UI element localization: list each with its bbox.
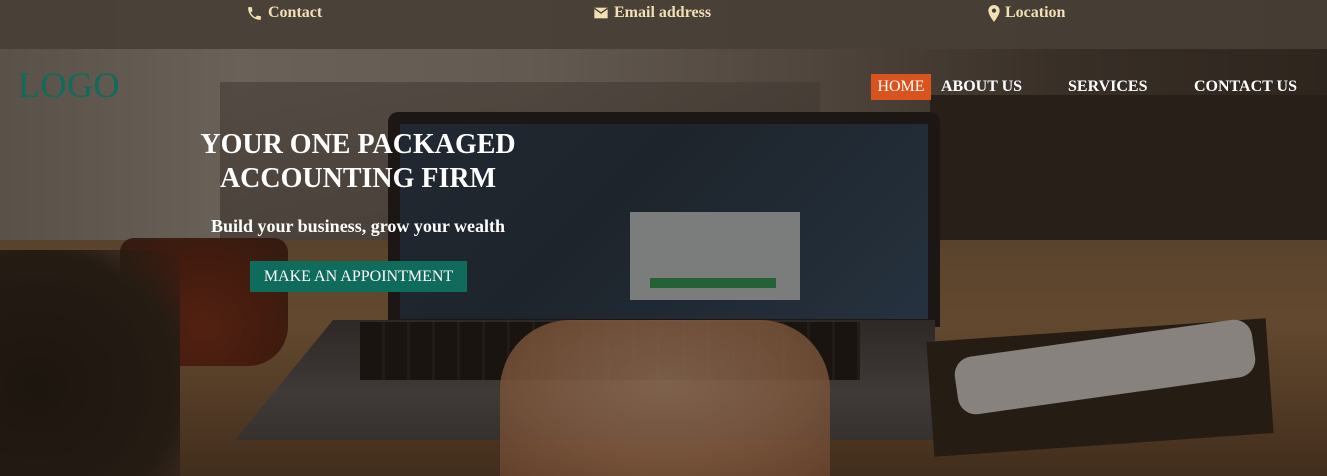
contact-bar: Contact Email address Location (0, 0, 1327, 49)
background-overlay (0, 0, 1327, 476)
make-appointment-button[interactable]: MAKE AN APPOINTMENT (250, 261, 467, 292)
nav-home[interactable]: HOME (871, 74, 931, 100)
main-nav: HOME ABOUT US SERVICES CONTACT US (0, 74, 1327, 100)
map-pin-icon (988, 4, 1000, 22)
nav-services[interactable]: SERVICES (1068, 74, 1147, 100)
nav-about-us[interactable]: ABOUT US (941, 74, 1022, 100)
location-label: Location (1005, 4, 1066, 21)
nav-contact-us[interactable]: CONTACT US (1194, 74, 1297, 100)
hero-subtitle: Build your business, grow your wealth (210, 216, 506, 236)
hero-title-line-1: YOUR ONE PACKAGED (200, 129, 516, 160)
email-label: Email address (614, 4, 712, 21)
hero-title-line-2: ACCOUNTING FIRM (219, 163, 497, 194)
envelope-icon (593, 6, 609, 20)
email-link[interactable]: Email address (593, 4, 711, 22)
contact-link[interactable]: Contact (246, 4, 322, 22)
phone-icon (246, 5, 263, 22)
hero-title: YOUR ONE PACKAGED ACCOUNTING FIRM (180, 128, 536, 196)
contact-label: Contact (268, 4, 323, 21)
location-link[interactable]: Location (988, 4, 1065, 22)
